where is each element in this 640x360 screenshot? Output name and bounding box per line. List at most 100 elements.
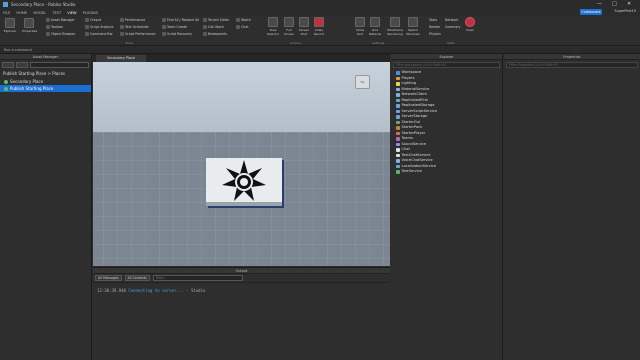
stats-button[interactable]: Stats xyxy=(429,18,437,22)
view-selector-button[interactable]: View Selector xyxy=(266,17,280,36)
service-icon xyxy=(396,93,400,97)
properties-filter-input[interactable]: Filter Properties (Ctrl+Shift+P) xyxy=(506,62,638,68)
call-stack-button[interactable]: Call Stack xyxy=(203,25,224,29)
script-analysis-button[interactable]: Script Analysis xyxy=(85,25,113,29)
user-name[interactable]: SuperPilot19 xyxy=(614,9,636,13)
service-icon xyxy=(396,104,400,108)
script-recovery-button[interactable]: Script Recovery xyxy=(162,32,192,36)
grid-material-label: Grid Material xyxy=(368,28,382,36)
place-item[interactable]: Secondary Place xyxy=(0,78,91,85)
service-icon xyxy=(396,131,400,135)
full-screen-label: Full Screen xyxy=(283,28,295,36)
show-grid-label: Show Grid xyxy=(355,28,365,36)
output-toolbar: All Messages All Contexts Filter... xyxy=(93,274,390,283)
asset-manager-button[interactable]: Asset Manager xyxy=(46,18,75,22)
clear-button[interactable]: Clear xyxy=(463,17,477,32)
output-filter-input[interactable]: Filter... xyxy=(152,275,243,281)
title-bar: Secondary Place - Roblox Studio — □ ✕ xyxy=(0,0,640,9)
object-browser-icon xyxy=(46,32,50,36)
breakpoints-button[interactable]: Breakpoints xyxy=(203,32,227,36)
network-button[interactable]: Network xyxy=(445,18,458,22)
terrain-editor-button[interactable]: Terrain Editor xyxy=(203,18,229,22)
log-source: - Studio xyxy=(186,288,206,293)
explorer-label: Explorer xyxy=(3,29,17,33)
show-grid-icon xyxy=(355,17,365,27)
grid-material-button[interactable]: Grid Material xyxy=(368,17,382,36)
call-stack-icon xyxy=(203,25,207,29)
wireframe-rendering-label: Wireframe Rendering xyxy=(387,28,403,36)
close-button[interactable]: ✕ xyxy=(627,1,631,7)
properties-button[interactable]: Properties xyxy=(22,18,38,33)
physics-button[interactable]: Physics xyxy=(429,32,441,36)
chat-button[interactable]: Chat xyxy=(236,25,248,29)
team-create-icon xyxy=(162,25,166,29)
view-selector-icon xyxy=(268,17,278,27)
explorer-button[interactable]: Explorer xyxy=(3,18,17,33)
asset-manager-icon xyxy=(46,18,50,22)
tab-secondary-place[interactable]: Secondary Place xyxy=(96,55,146,62)
minimize-button[interactable]: — xyxy=(597,1,602,7)
menu-plugins[interactable]: PLUGINS xyxy=(83,11,98,15)
script-recovery-icon xyxy=(162,32,166,36)
view-toggle-button[interactable] xyxy=(16,62,28,68)
menu-model[interactable]: MODEL xyxy=(33,11,46,15)
command-bar-label: Command Bar xyxy=(90,32,113,36)
video-record-button[interactable]: Video Record xyxy=(312,17,326,36)
place-label: Publish Starting Place xyxy=(10,86,54,91)
find-replace-button[interactable]: Find All / Replace All xyxy=(162,18,199,22)
team-create-button[interactable]: Team Create xyxy=(162,25,187,29)
place-icon xyxy=(4,86,8,91)
menu-view[interactable]: VIEW xyxy=(67,11,76,15)
wireframe-rendering-button[interactable]: Wireframe Rendering xyxy=(386,17,404,36)
maximize-button[interactable]: □ xyxy=(612,1,617,7)
service-icon xyxy=(396,82,400,86)
task-scheduler-icon xyxy=(120,25,124,29)
summary-button[interactable]: Summary xyxy=(445,25,460,29)
command-bar[interactable]: Run a command xyxy=(0,47,640,54)
explorer-filter-input[interactable]: Filter workspace (Ctrl+Shift+X) xyxy=(393,62,500,68)
document-tab-bar: Secondary Place xyxy=(93,54,390,62)
view-cube[interactable]: Top xyxy=(355,75,370,89)
3d-viewport[interactable]: Top xyxy=(93,62,390,266)
toolbox-button[interactable]: Toolbox xyxy=(46,25,63,29)
show-grid-button[interactable]: Show Grid xyxy=(353,17,367,36)
switch-windows-button[interactable]: Switch Windows xyxy=(405,17,421,36)
breadcrumb[interactable]: Publish Starting Place > Places xyxy=(0,70,91,78)
explorer-item[interactable]: TestService xyxy=(391,169,502,175)
properties-label: Properties xyxy=(22,29,38,33)
explorer-title: Explorer xyxy=(391,54,502,60)
task-scheduler-button[interactable]: Task Scheduler xyxy=(120,25,149,29)
service-icon xyxy=(396,153,400,157)
service-icon xyxy=(396,87,400,91)
menu-home[interactable]: HOME xyxy=(16,11,27,15)
asset-search-input[interactable] xyxy=(30,62,89,68)
menu-test[interactable]: TEST xyxy=(52,11,61,15)
full-screen-icon xyxy=(284,17,294,27)
network-label: Network xyxy=(445,18,459,22)
contexts-filter-dropdown[interactable]: All Contexts xyxy=(124,275,150,281)
performance-button[interactable]: Performance xyxy=(120,18,145,22)
bulk-import-button[interactable] xyxy=(2,62,14,68)
watch-button[interactable]: Watch xyxy=(236,18,251,22)
terrain-editor-label: Terrain Editor xyxy=(208,18,230,22)
window-title: Secondary Place - Roblox Studio xyxy=(11,2,76,7)
script-performance-button[interactable]: Script Performance xyxy=(120,32,155,36)
place-item-selected[interactable]: Publish Starting Place xyxy=(0,85,91,92)
task-scheduler-label: Task Scheduler xyxy=(125,25,149,29)
output-label: Output xyxy=(90,18,102,22)
asset-manager-panel: Asset Manager Publish Starting Place > P… xyxy=(0,54,92,360)
find-replace-label: Find All / Replace All xyxy=(167,18,200,22)
collaborate-button[interactable]: Collaborate xyxy=(580,9,602,15)
full-screen-button[interactable]: Full Screen xyxy=(282,17,296,36)
script-analysis-icon xyxy=(85,25,89,29)
output-button[interactable]: Output xyxy=(85,18,101,22)
menu-file[interactable]: FILE xyxy=(3,11,10,15)
toolbox-label: Toolbox xyxy=(51,25,63,29)
menu-bar: FILE HOME MODEL TEST VIEW PLUGINS xyxy=(0,9,640,16)
screen-shot-button[interactable]: Screen Shot xyxy=(297,17,311,36)
spawn-location[interactable] xyxy=(206,158,282,206)
render-button[interactable]: Render xyxy=(429,25,440,29)
messages-filter-dropdown[interactable]: All Messages xyxy=(95,275,122,281)
object-browser-button[interactable]: Object Browser xyxy=(46,32,75,36)
command-bar-button[interactable]: Command Bar xyxy=(85,32,113,36)
